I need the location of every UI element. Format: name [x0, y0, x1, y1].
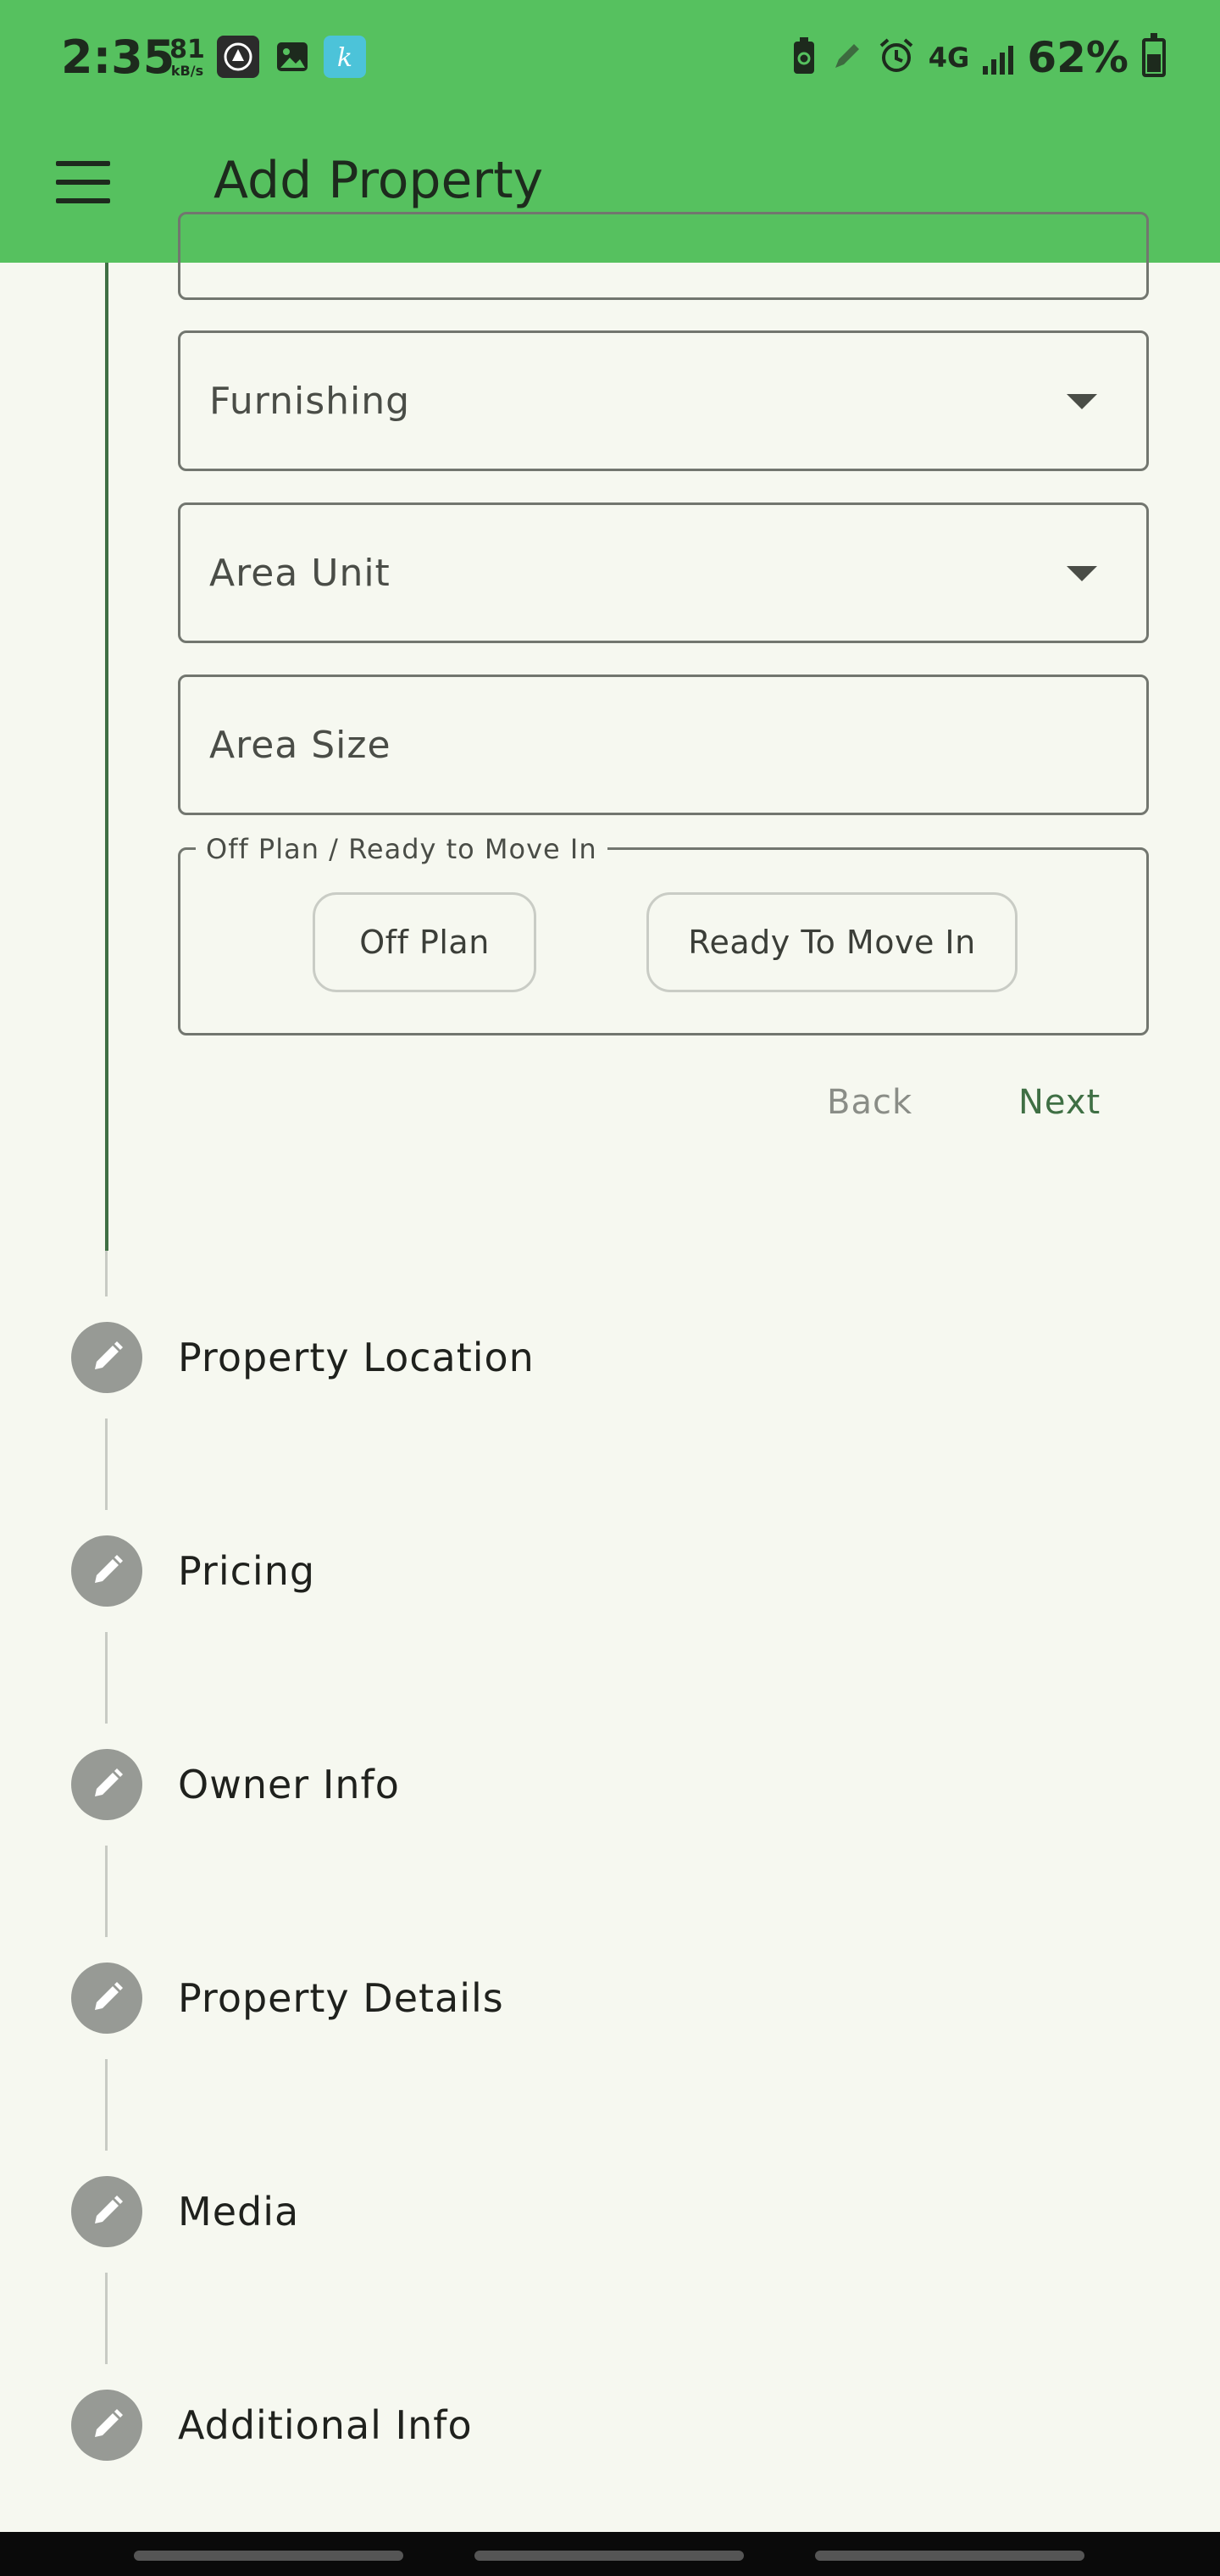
back-button[interactable]: Back [827, 1083, 912, 1122]
area-size-placeholder: Area Size [209, 723, 391, 767]
area-unit-placeholder: Area Unit [209, 551, 391, 595]
signal-icon [983, 41, 1014, 75]
status-time: 2:35 [61, 31, 175, 84]
status-right-icons: 4G 62% [791, 31, 1166, 85]
chevron-down-icon [1067, 394, 1097, 409]
step-additional-info[interactable]: Additional Info [71, 2388, 1088, 2462]
step-label: Pricing [178, 1548, 316, 1594]
page-title: Add Property [214, 151, 544, 210]
step-pricing[interactable]: Pricing [71, 1534, 1088, 1608]
step-connector [105, 2059, 108, 2151]
pencil-icon [71, 2390, 142, 2461]
step-connector [105, 1418, 108, 1510]
nav-back-handle[interactable] [815, 2551, 1084, 2561]
nav-recents-handle[interactable] [134, 2551, 403, 2561]
active-step-line [105, 263, 108, 1251]
app-root: 2:35 81 kB/s k 4G 62% Add Property Furni… [0, 0, 1220, 2576]
step-connector [105, 1632, 108, 1724]
furnishing-dropdown[interactable]: Furnishing [178, 330, 1149, 471]
step-label: Property Details [178, 1975, 504, 2021]
step-media[interactable]: Media [71, 2174, 1088, 2249]
step-label: Additional Info [178, 2402, 473, 2448]
network-speed-unit: kB/s [170, 63, 204, 79]
step-property-location[interactable]: Property Location [71, 1320, 1088, 1395]
chevron-down-icon [1067, 566, 1097, 581]
possession-status-group: Off Plan / Ready to Move In Off Plan Rea… [178, 833, 1149, 1035]
step-label: Media [178, 2189, 300, 2235]
step-label: Property Location [178, 1335, 535, 1380]
pencil-icon [71, 1535, 142, 1607]
step-owner-info[interactable]: Owner Info [71, 1747, 1088, 1822]
furnishing-placeholder: Furnishing [209, 379, 411, 423]
network-speed: 81 kB/s [166, 37, 208, 78]
pen-icon [830, 39, 864, 76]
battery-percent: 62% [1027, 33, 1128, 82]
battery-icon [1142, 33, 1166, 77]
pencil-icon [71, 1749, 142, 1820]
off-plan-chip[interactable]: Off Plan [313, 892, 536, 992]
keyboard-app-icon: k [324, 36, 366, 78]
ready-to-move-in-chip[interactable]: Ready To Move In [646, 892, 1018, 992]
hamburger-menu-icon[interactable] [56, 161, 110, 203]
step-property-details[interactable]: Property Details [71, 1961, 1088, 2035]
svg-text:k: k [337, 43, 352, 73]
pencil-icon [71, 1322, 142, 1393]
step-connector [105, 1846, 108, 1937]
app-notification-icon [217, 36, 259, 78]
previous-field[interactable] [178, 212, 1149, 300]
area-unit-dropdown[interactable]: Area Unit [178, 502, 1149, 643]
status-bar: 2:35 81 kB/s k 4G 62% [0, 0, 1220, 119]
step-connector [105, 1251, 108, 1296]
pencil-icon [71, 2176, 142, 2247]
network-speed-value: 81 [169, 35, 205, 64]
nav-home-handle[interactable] [474, 2551, 744, 2561]
step-label: Owner Info [178, 1762, 400, 1807]
gallery-notification-icon [271, 36, 313, 78]
network-type: 4G [928, 42, 970, 74]
next-button[interactable]: Next [1018, 1083, 1101, 1122]
step-connector [105, 2273, 108, 2364]
battery-saver-icon [791, 36, 817, 79]
system-nav-bar [0, 2532, 1220, 2576]
area-size-input[interactable]: Area Size [178, 675, 1149, 815]
pencil-icon [71, 1963, 142, 2034]
possession-status-legend: Off Plan / Ready to Move In [196, 833, 607, 865]
alarm-icon [878, 37, 915, 78]
